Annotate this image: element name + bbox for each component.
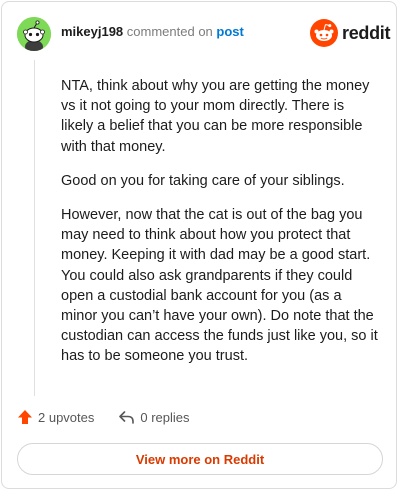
comment-actions: 2 upvotes 0 replies <box>17 409 190 425</box>
thread-line[interactable] <box>34 60 35 396</box>
avatar[interactable] <box>17 17 51 51</box>
upvote-button[interactable]: 2 upvotes <box>17 409 94 425</box>
reddit-logo[interactable]: reddit <box>310 19 391 47</box>
comment-body: NTA, think about why you are getting the… <box>61 76 379 381</box>
avatar-snoo-icon <box>17 17 51 51</box>
comment-paragraph: NTA, think about why you are getting the… <box>61 78 370 155</box>
view-more-button[interactable]: View more on Reddit <box>17 443 383 475</box>
reddit-wordmark: reddit <box>342 22 391 43</box>
commented-on-label: commented on <box>126 24 213 39</box>
upvote-arrow-icon <box>18 410 32 424</box>
comment-paragraph: Good on you for taking care of your sibl… <box>61 172 345 189</box>
upvote-count: 2 upvotes <box>38 409 95 425</box>
username-link[interactable]: mikeyj198 <box>61 24 123 39</box>
comment-header: mikeyj198 commented on post <box>61 24 244 40</box>
replies-button[interactable]: 0 replies <box>118 409 190 425</box>
reply-count: 0 replies <box>140 409 190 425</box>
reddit-logo-icon <box>310 19 338 47</box>
post-link[interactable]: post <box>216 24 243 39</box>
reply-arrow-icon <box>119 411 135 424</box>
comment-paragraph: However, now that the cat is out of the … <box>61 207 378 365</box>
